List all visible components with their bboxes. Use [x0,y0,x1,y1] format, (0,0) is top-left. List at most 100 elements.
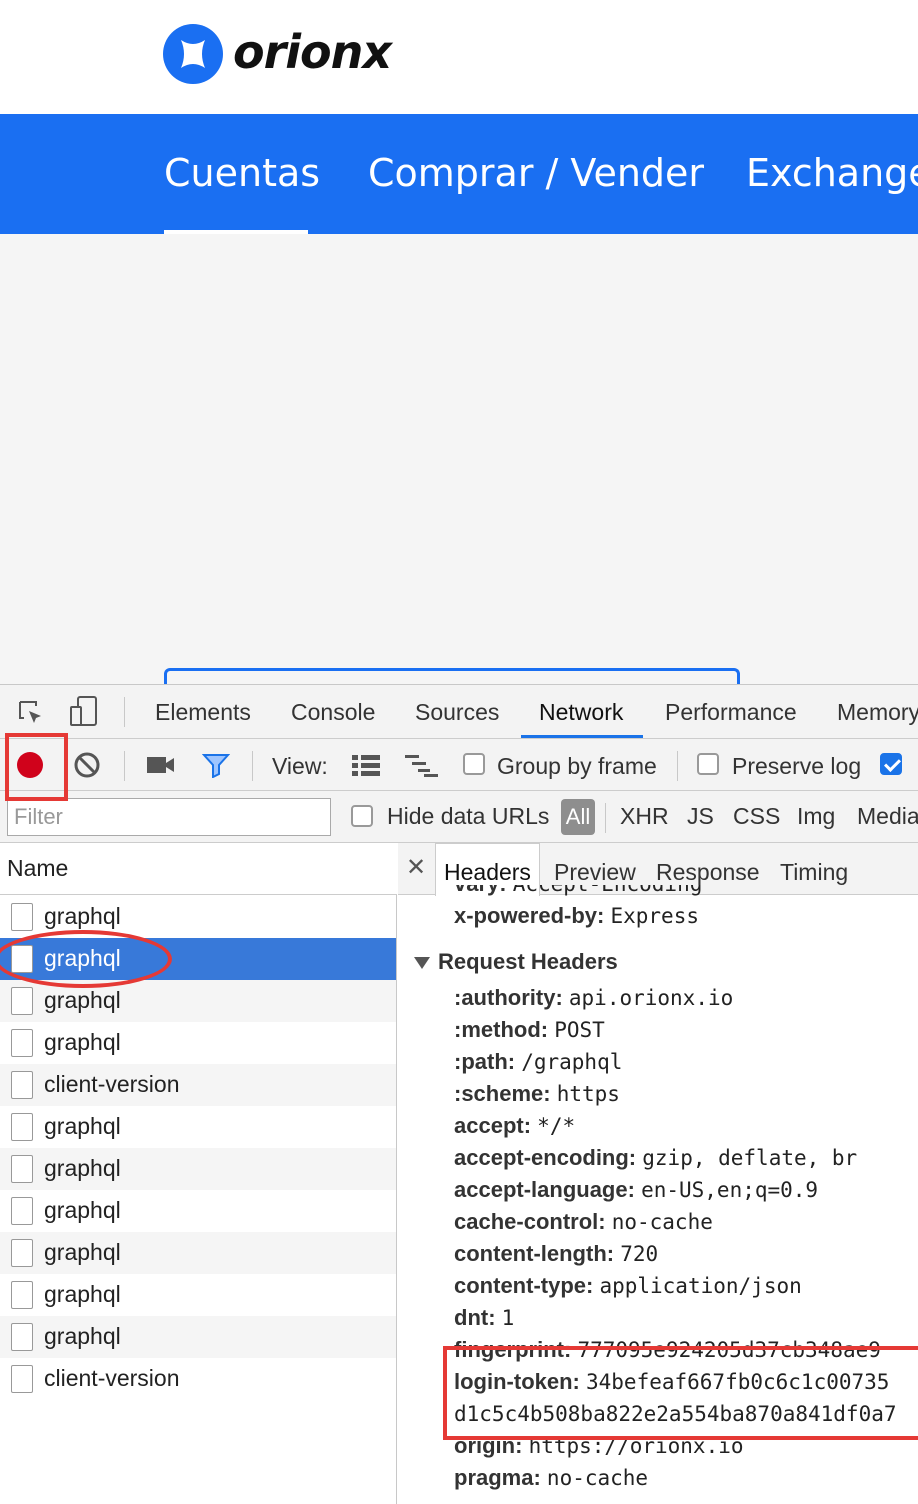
request-row-selected[interactable]: graphql [0,938,396,980]
request-name: graphql [44,987,121,1013]
request-name: graphql [44,945,121,971]
tab-sources[interactable]: Sources [415,699,499,726]
filter-input[interactable] [7,798,331,836]
hide-data-urls-label: Hide data URLs [387,803,550,829]
header-authority: :authority: api.orionx.io [454,985,734,1010]
tab-response[interactable]: Response [656,859,760,886]
tab-console[interactable]: Console [291,699,375,726]
request-name: graphql [44,903,121,929]
divider [605,803,606,833]
site-header: orionx [0,0,918,114]
devtools-panel: Elements Console Sources Network Perform… [0,684,918,1504]
waterfall-icon[interactable] [404,753,440,777]
request-row[interactable]: graphql [0,1190,396,1232]
disable-cache-checkbox[interactable] [880,753,902,775]
request-name: graphql [44,1113,121,1139]
filter-icon[interactable] [202,752,230,778]
file-icon [11,987,33,1015]
tab-performance[interactable]: Performance [665,699,797,726]
request-name: graphql [44,1029,121,1055]
request-row[interactable]: graphql [0,1022,396,1064]
request-detail-panel: ✕ Headers Preview Response Timing vary: … [398,843,918,1504]
request-headers-section[interactable]: Request Headers [414,949,618,975]
request-row[interactable]: graphql [0,1316,396,1358]
file-icon [11,903,33,931]
preserve-log-label: Preserve log [732,753,862,779]
tab-preview[interactable]: Preview [554,859,636,886]
request-row[interactable]: graphql [0,896,396,938]
file-icon [11,945,33,973]
large-rows-icon[interactable] [351,753,381,777]
clear-icon[interactable] [73,751,101,779]
nav-comprar-vender[interactable]: Comprar / Vender [368,150,704,196]
request-row[interactable]: graphql [0,980,396,1022]
header-origin: origin: https://orionx.io [454,1433,744,1458]
header-accept-language: accept-language: en-US,en;q=0.9 [454,1177,819,1202]
tab-timing[interactable]: Timing [780,859,848,886]
header-dnt: dnt: 1 [454,1305,515,1330]
header-scheme: :scheme: https [454,1081,620,1106]
file-icon [11,1365,33,1393]
header-content-length: content-length: 720 [454,1241,659,1266]
type-filter-all[interactable]: All [561,799,595,835]
request-row[interactable]: client-version [0,1064,396,1106]
nav-cuentas[interactable]: Cuentas [164,150,320,196]
header-pragma: pragma: no-cache [454,1465,649,1490]
group-by-frame-label: Group by frame [497,753,657,779]
group-by-frame-checkbox[interactable] [463,753,485,775]
device-toolbar-icon[interactable] [68,695,100,729]
type-filter-css[interactable]: CSS [733,803,780,830]
brand-name[interactable]: orionx [233,22,392,82]
request-name: graphql [44,1281,121,1307]
tab-elements[interactable]: Elements [155,699,251,726]
header-x-powered-by: x-powered-by: Express [454,903,699,928]
request-name: graphql [44,1155,121,1181]
type-filter-media[interactable]: Media [857,803,918,830]
header-path: :path: /graphql [454,1049,623,1074]
type-filter-img[interactable]: Img [797,803,835,830]
request-name: graphql [44,1197,121,1223]
header-fingerprint: fingerprint: 777095e924205d37cb348ae9 [454,1337,881,1362]
tab-memory[interactable]: Memory [837,699,918,726]
request-name: graphql [44,1323,121,1349]
name-column-header[interactable]: Name [0,843,397,895]
request-row[interactable]: graphql [0,1106,396,1148]
devtools-tabbar: Elements Console Sources Network Perform… [0,685,918,739]
record-icon[interactable] [17,752,43,778]
preserve-log-checkbox[interactable] [697,753,719,775]
request-row[interactable]: graphql [0,1232,396,1274]
screenshot-camera-icon[interactable] [146,754,176,776]
file-icon [11,1281,33,1309]
orionx-logo-icon[interactable] [163,24,223,84]
file-icon [11,1071,33,1099]
type-filter-xhr[interactable]: XHR [620,803,669,830]
request-row[interactable]: graphql [0,1148,396,1190]
request-row[interactable]: client-version [0,1358,396,1400]
file-icon [11,1197,33,1225]
close-icon[interactable]: ✕ [406,853,426,882]
header-accept: accept: */* [454,1113,576,1138]
filter-bar: Hide data URLs All XHR JS CSS Img Media [0,791,918,843]
page-content [0,234,918,684]
network-toolbar: View: Group by frame Preserve log [0,739,918,791]
header-login-token: login-token: 34befeaf667fb0c6c1c00735 [454,1369,890,1394]
request-list-panel: Name graphql graphql graphql graphql cli… [0,843,397,1504]
header-cache-control: cache-control: no-cache [454,1209,713,1234]
file-icon [11,1113,33,1141]
inspect-element-icon[interactable] [17,699,45,727]
divider [252,751,253,781]
header-method: :method: POST [454,1017,605,1042]
request-row[interactable]: graphql [0,1274,396,1316]
tab-network[interactable]: Network [539,699,623,726]
request-name: client-version [44,1071,180,1097]
type-filter-js[interactable]: JS [687,803,714,830]
hide-data-urls-checkbox[interactable] [351,805,373,827]
divider [677,751,678,781]
divider [124,697,125,727]
active-tab-indicator [521,735,643,738]
request-name: client-version [44,1365,180,1391]
header-accept-encoding: accept-encoding: gzip, deflate, br [454,1145,858,1170]
header-login-token-continued: d1c5c4b508ba822e2a554ba870a841df0a7 [454,1402,897,1426]
site-navigation: Cuentas Comprar / Vender Exchange [0,114,918,234]
nav-exchange[interactable]: Exchange [746,150,918,196]
